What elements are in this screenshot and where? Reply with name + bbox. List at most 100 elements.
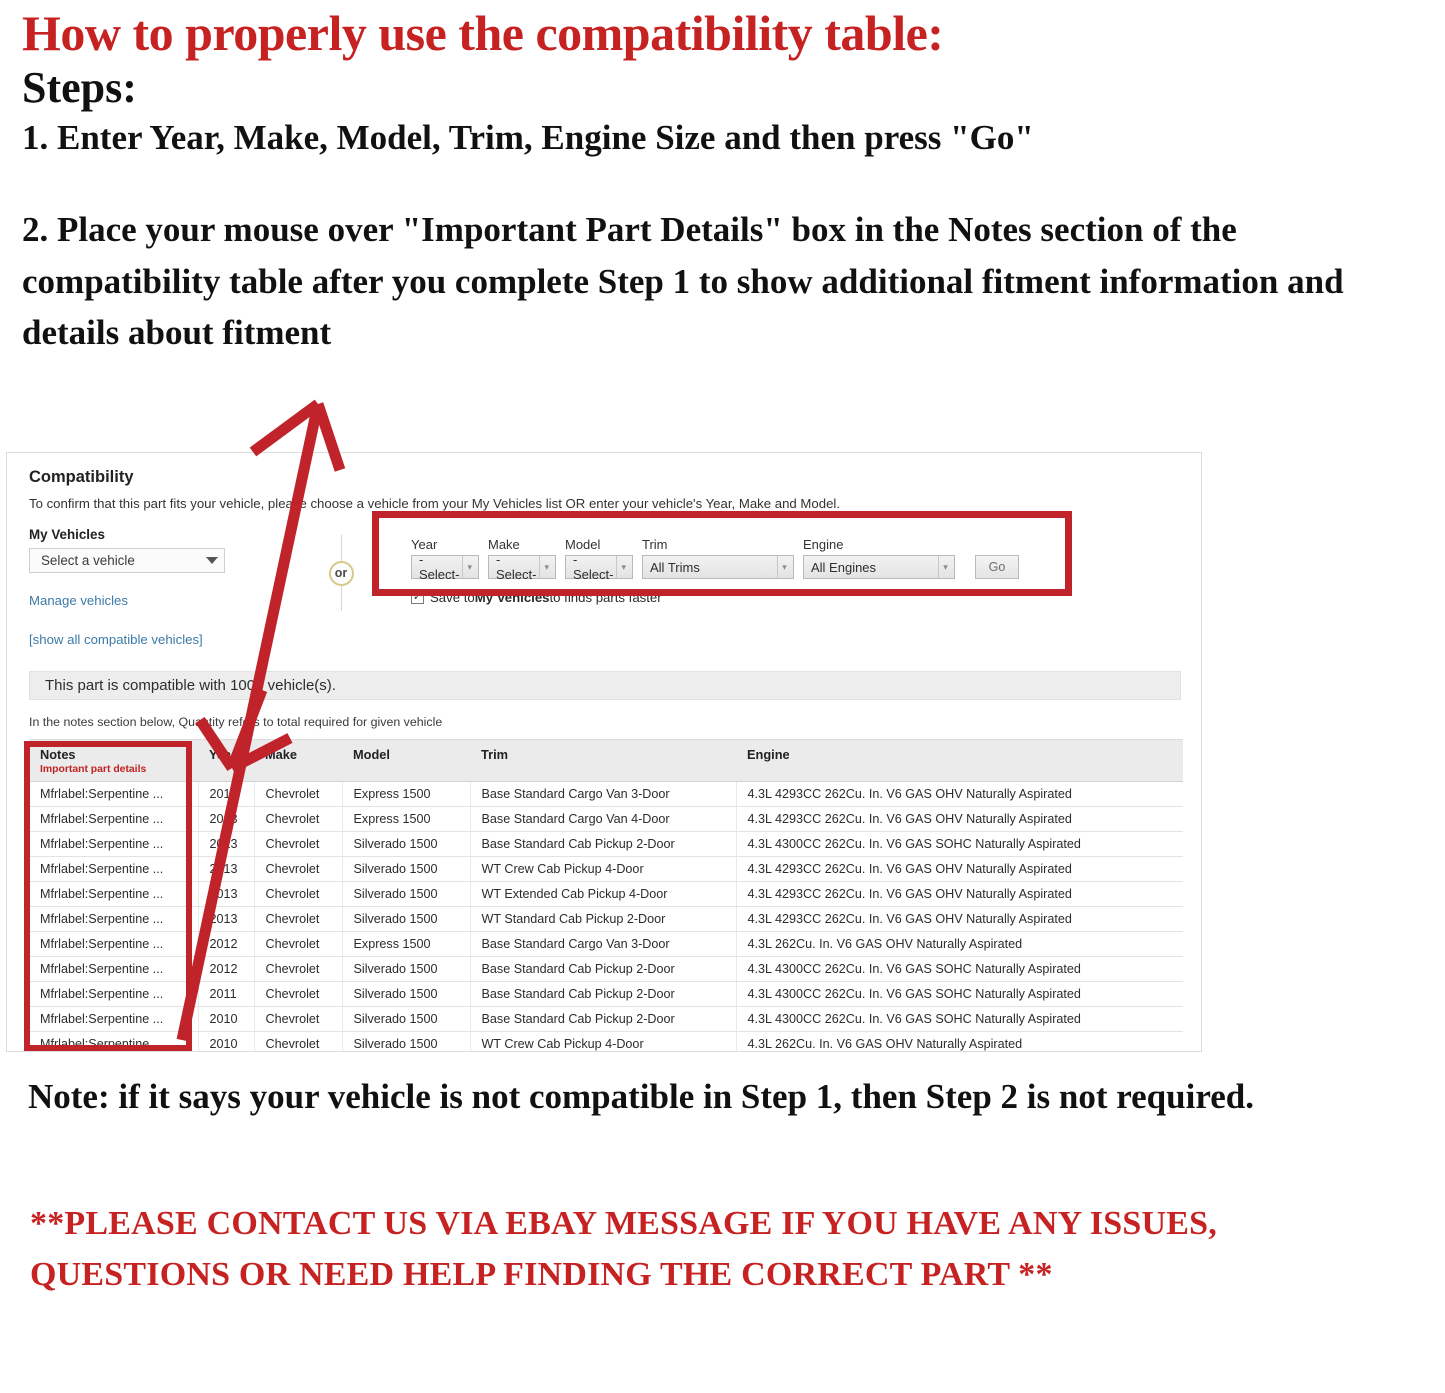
cell-notes[interactable]: Mfrlabel:Serpentine ... (29, 931, 198, 957)
page-title: How to properly use the compatibility ta… (22, 5, 944, 61)
cell-engine: 4.3L 4300CC 262Cu. In. V6 GAS SOHC Natur… (735, 981, 1183, 1007)
col-header-notes-sub: Important part details (40, 764, 147, 775)
chevron-down-icon: ▾ (938, 556, 952, 578)
cell-trim: WT Extended Cab Pickup 4-Door (469, 881, 736, 907)
chevron-down-icon: ▾ (539, 556, 553, 578)
col-header-notes-label: Notes (40, 747, 76, 762)
cell-model: Silverado 1500 (341, 1031, 470, 1051)
chevron-down-icon (206, 557, 218, 564)
engine-select-value: All Engines (811, 559, 877, 575)
save-text-pre: Save to (430, 590, 475, 605)
cell-trim: WT Crew Cab Pickup 4-Door (469, 1031, 736, 1051)
cell-notes[interactable]: Mfrlabel:Serpentine ... (29, 1006, 198, 1032)
vehicle-selection-row: My Vehicles Select a vehicle Manage vehi… (29, 527, 1181, 647)
cell-model: Silverado 1500 (341, 831, 470, 857)
table-row: Mfrlabel:Serpentine ... 2013 Chevrolet Silv… (29, 831, 1183, 857)
cell-trim: Base Standard Cab Pickup 2-Door (469, 956, 736, 982)
chevron-down-icon: ▾ (777, 556, 791, 578)
table-header: Notes Important part details Year Make M… (29, 739, 1183, 782)
compatibility-heading: Compatibility (29, 468, 134, 486)
field-trim-label: Trim (642, 537, 668, 552)
cell-trim: WT Standard Cab Pickup 2-Door (469, 906, 736, 932)
cell-trim: WT Crew Cab Pickup 4-Door (469, 856, 736, 882)
save-text-bold: My Vehicles (474, 590, 550, 605)
save-vehicle-checkbox[interactable]: ✓ (411, 591, 424, 604)
field-year-label: Year (411, 537, 438, 552)
cell-model: Silverado 1500 (341, 1006, 470, 1032)
cell-make: Chevrolet (253, 956, 342, 982)
field-make: Make -Select- ▾ (488, 537, 556, 582)
steps-label: Steps: (22, 63, 137, 112)
cell-notes[interactable]: Mfrlabel:Serpentine ... (29, 981, 198, 1007)
table-row: Mfrlabel:Serpentine ... 2012 Chevrolet Silv… (29, 956, 1183, 982)
or-divider-badge: or (328, 560, 354, 586)
trim-select[interactable]: All Trims ▾ (642, 555, 794, 579)
cell-trim: Base Standard Cab Pickup 2-Door (469, 1006, 736, 1032)
field-year: Year -Select- ▾ (411, 537, 479, 582)
col-header-model: Model (342, 739, 470, 782)
cell-notes[interactable]: Mfrlabel:Serpentine ... (29, 781, 198, 807)
table-row: Mfrlabel:Serpentine ... 2013 Chevrolet Silv… (29, 906, 1183, 932)
cell-model: Silverado 1500 (341, 981, 470, 1007)
year-select-value: -Select- (419, 552, 460, 582)
notes-quantity-hint: In the notes section below, Quantity ref… (29, 715, 443, 729)
cell-make: Chevrolet (253, 781, 342, 807)
cell-year: 2013 (197, 781, 254, 807)
cell-notes[interactable]: Mfrlabel:Serpentine ... (29, 956, 198, 982)
cell-make: Chevrolet (253, 806, 342, 832)
cell-trim: Base Standard Cargo Van 3-Door (469, 931, 736, 957)
cell-make: Chevrolet (253, 856, 342, 882)
cell-year: 2013 (197, 881, 254, 907)
cell-trim: Base Standard Cargo Van 3-Door (469, 781, 736, 807)
cell-notes[interactable]: Mfrlabel:Serpentine ... (29, 1031, 198, 1051)
manage-vehicles-link[interactable]: Manage vehicles (29, 593, 281, 608)
cell-trim: Base Standard Cab Pickup 2-Door (469, 831, 736, 857)
cell-notes[interactable]: Mfrlabel:Serpentine ... (29, 806, 198, 832)
cell-year: 2013 (197, 856, 254, 882)
cell-notes[interactable]: Mfrlabel:Serpentine ... (29, 831, 198, 857)
step-2-text: 2. Place your mouse over "Important Part… (22, 209, 1344, 353)
cell-trim: Base Standard Cargo Van 4-Door (469, 806, 736, 832)
my-vehicles-select[interactable]: Select a vehicle (29, 548, 225, 573)
cell-year: 2012 (197, 956, 254, 982)
cell-model: Silverado 1500 (341, 881, 470, 907)
cell-model: Silverado 1500 (341, 956, 470, 982)
cell-make: Chevrolet (253, 981, 342, 1007)
compatibility-subheading: To confirm that this part fits your vehi… (29, 496, 840, 511)
go-button[interactable]: Go (975, 555, 1019, 579)
cell-year: 2010 (197, 1031, 254, 1051)
field-trim: Trim All Trims ▾ (642, 537, 794, 579)
cell-year: 2013 (197, 831, 254, 857)
cell-engine: 4.3L 262Cu. In. V6 GAS OHV Naturally Asp… (735, 931, 1183, 957)
compatibility-panel: Compatibility To confirm that this part … (6, 452, 1202, 1052)
my-vehicles-select-value: Select a vehicle (41, 553, 135, 568)
my-vehicles-label: My Vehicles (29, 527, 105, 542)
cell-make: Chevrolet (253, 931, 342, 957)
make-select-value: -Select- (496, 552, 537, 582)
show-all-vehicles-link[interactable]: [show all compatible vehicles] (29, 632, 281, 647)
col-header-trim: Trim (470, 739, 736, 782)
cell-engine: 4.3L 4293CC 262Cu. In. V6 GAS OHV Natura… (735, 781, 1183, 807)
table-row: Mfrlabel:Serpentine ... 2013 Chevrolet Silv… (29, 881, 1183, 907)
cell-engine: 4.3L 4293CC 262Cu. In. V6 GAS OHV Natura… (735, 881, 1183, 907)
cell-notes[interactable]: Mfrlabel:Serpentine ... (29, 856, 198, 882)
instructions-block: How to properly use the compatibility ta… (0, 0, 1445, 359)
footer-note: Note: if it says your vehicle is not com… (28, 1077, 1254, 1116)
model-select[interactable]: -Select- ▾ (565, 552, 633, 582)
cell-make: Chevrolet (253, 1031, 342, 1051)
table-row: Mfrlabel:Serpentine ... 2011 Chevrolet Silv… (29, 981, 1183, 1007)
make-select[interactable]: -Select- ▾ (488, 552, 556, 582)
col-header-notes: Notes Important part details (29, 739, 198, 782)
table-row: Mfrlabel:Serpentine ... 2010 Chevrolet Silv… (29, 1031, 1183, 1051)
cell-notes[interactable]: Mfrlabel:Serpentine ... (29, 881, 198, 907)
cell-notes[interactable]: Mfrlabel:Serpentine ... (29, 906, 198, 932)
engine-select[interactable]: All Engines ▾ (803, 555, 955, 579)
table-row: Mfrlabel:Serpentine ... 2013 Chevrolet Expr… (29, 781, 1183, 807)
chevron-down-icon: ▾ (462, 556, 476, 578)
year-select[interactable]: -Select- ▾ (411, 552, 479, 582)
cell-model: Silverado 1500 (341, 906, 470, 932)
table-row: Mfrlabel:Serpentine ... 2013 Chevrolet Silv… (29, 856, 1183, 882)
cell-model: Express 1500 (341, 781, 470, 807)
col-header-year: Year (198, 739, 254, 782)
model-select-value: -Select- (573, 552, 614, 582)
